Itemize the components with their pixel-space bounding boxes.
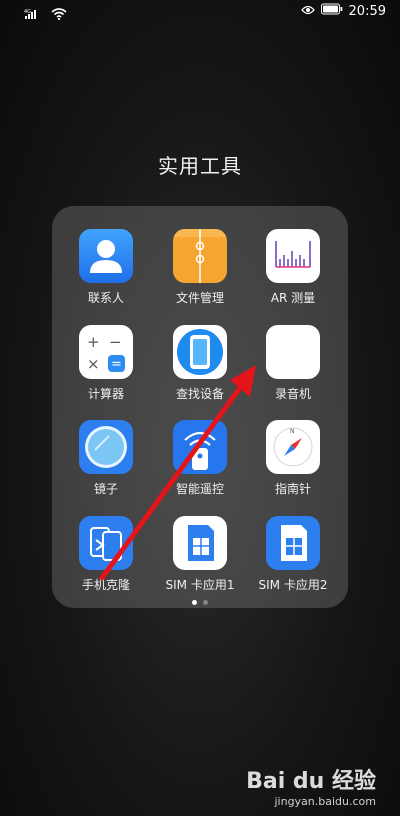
sim-card-icon <box>266 516 320 570</box>
wifi-icon <box>51 5 67 24</box>
page-dot-active[interactable] <box>192 600 197 605</box>
contacts-icon <box>79 229 133 283</box>
watermark-url: jingyan.baidu.com <box>274 795 376 808</box>
baidu-logo: Bai du 经验 <box>246 769 376 794</box>
watermark: Bai du 经验 jingyan.baidu.com <box>246 763 376 808</box>
svg-text:=: = <box>111 357 122 372</box>
app-ar-measure[interactable]: AR 测量 <box>243 229 343 319</box>
app-label: AR 测量 <box>270 291 316 305</box>
app-label: 指南针 <box>274 482 311 496</box>
signal-icon: 4G <box>24 5 46 24</box>
app-label: 录音机 <box>274 387 311 401</box>
svg-text:4G: 4G <box>24 9 31 15</box>
app-recorder[interactable]: 录音机 <box>243 325 343 415</box>
smart-remote-icon <box>173 420 227 474</box>
app-label: SIM 卡应用2 <box>258 578 328 592</box>
sim-card-icon <box>173 516 227 570</box>
phone-clone-icon <box>79 516 133 570</box>
page-dot[interactable] <box>203 600 208 605</box>
recorder-icon <box>266 325 320 379</box>
app-compass[interactable]: N 指南针 <box>243 420 343 510</box>
status-right: 20:59 <box>300 3 386 19</box>
svg-text:−: − <box>109 333 122 351</box>
ar-measure-icon <box>266 229 320 283</box>
app-sim-card-2[interactable]: SIM 卡应用2 <box>243 516 343 606</box>
battery-icon <box>320 3 343 19</box>
svg-text:+: + <box>87 333 100 351</box>
file-manager-icon <box>173 229 227 283</box>
page-indicator <box>0 600 400 605</box>
calculator-icon: + − × = <box>79 325 133 379</box>
mirror-icon <box>79 420 133 474</box>
find-device-icon <box>173 325 227 379</box>
status-bar: 4G 20:59 <box>0 0 400 26</box>
compass-icon: N <box>266 420 320 474</box>
svg-text:×: × <box>87 355 100 373</box>
status-left: 4G <box>24 5 67 24</box>
folder-title: 实用工具 <box>158 154 242 178</box>
svg-text:N: N <box>290 428 295 435</box>
clock: 20:59 <box>348 3 386 19</box>
eye-comfort-icon <box>300 4 315 19</box>
